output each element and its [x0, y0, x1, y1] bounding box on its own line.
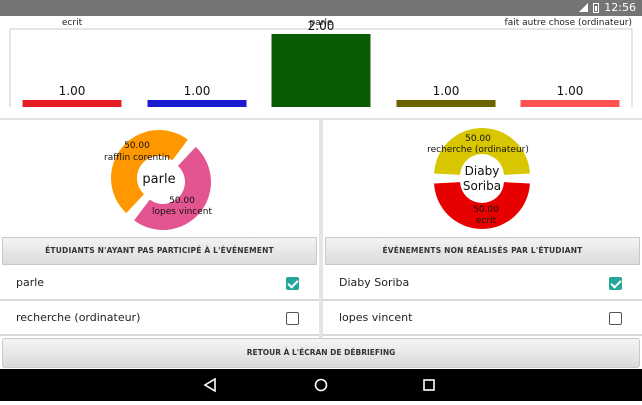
donut-slice-label: 50.00	[124, 141, 150, 151]
right-donut-panel: Diaby Soriba 50.00 recherche (ordinateur) 50…	[323, 120, 642, 237]
bar-chart-svg: ecrit parle fait autre chose (ordinateur)1…	[9, 18, 633, 107]
donut-center-label: parle	[142, 172, 175, 187]
right-student-list: Diaby Soriba lopes vincent	[323, 266, 642, 336]
donut-slice-label: ecrit	[476, 216, 497, 226]
nav-icons	[203, 377, 435, 393]
bar-value-label: 1.00	[557, 84, 584, 98]
bar	[147, 100, 247, 107]
back-icon[interactable]	[203, 377, 216, 393]
list-item[interactable]: recherche (ordinateur)	[0, 301, 319, 336]
status-icons: 12:56	[579, 1, 636, 14]
students-not-participated-button[interactable]: ÉTUDIANTS N'AYANT PAS PARTICIPÉ À L'ÉVÉN…	[2, 237, 317, 265]
list-item-label: recherche (ordinateur)	[16, 311, 141, 324]
status-time: 12:56	[604, 1, 636, 14]
bar-value-label: 1.00	[433, 84, 460, 98]
donut-center	[460, 156, 504, 200]
wifi-icon	[579, 3, 589, 12]
bar-value-label: 1.00	[184, 84, 211, 98]
right-donut-chart: DiabySoriba50.00recherche (ordinateur)50…	[427, 127, 530, 230]
donut-slice-label: rafflin corentin	[104, 153, 170, 163]
donut-center-label: Soriba	[463, 179, 501, 193]
list-item-label: Diaby Soriba	[339, 276, 410, 289]
category-label: ecrit	[62, 18, 83, 28]
donut-slice-label: 50.00	[465, 134, 491, 144]
category-label: fait autre chose (ordinateur)	[505, 18, 632, 28]
status-bar: 12:56	[0, 0, 642, 16]
bar-value-label: 1.00	[59, 84, 86, 98]
return-to-debriefing-button[interactable]: RETOUR À L'ÉCRAN DE DÉBRIEFING	[2, 338, 640, 368]
checkbox[interactable]	[286, 277, 299, 290]
donut-slice-label: recherche (ordinateur)	[427, 145, 529, 155]
checkbox[interactable]	[609, 277, 622, 290]
left-event-list: parle recherche (ordinateur)	[0, 266, 319, 336]
events-not-done-button[interactable]: ÉVÉNEMENTS NON RÉALISÉS PAR L'ÉTUDIANT	[325, 237, 640, 265]
navigation-bar	[0, 369, 642, 401]
donut-slice-label: 50.00	[473, 205, 499, 215]
list-item[interactable]: parle	[0, 266, 319, 301]
list-item-label: lopes vincent	[339, 311, 413, 324]
donut-slice-label: 50.00	[169, 196, 195, 206]
left-donut-panel: parle 50.00 rafflin corentin 50.00 lopes vin…	[0, 120, 319, 237]
list-item-label: parle	[16, 276, 45, 289]
left-donut-chart: parle50.00rafflin corentin50.00lopes vin…	[104, 130, 213, 230]
bar	[520, 100, 620, 107]
bar-chart: ecrit parle fait autre chose (ordinateur) 1…	[0, 16, 642, 118]
list-item[interactable]: lopes vincent	[323, 301, 642, 336]
battery-icon	[593, 2, 600, 13]
donut-slice-label: lopes vincent	[152, 207, 213, 217]
home-icon[interactable]	[314, 378, 328, 392]
list-item[interactable]: Diaby Soriba	[323, 266, 642, 301]
checkbox[interactable]	[286, 312, 299, 325]
bar	[22, 100, 122, 107]
donut-center-label: Diaby	[465, 164, 500, 178]
bar	[396, 100, 496, 107]
recents-icon[interactable]	[423, 379, 435, 391]
checkbox[interactable]	[609, 312, 622, 325]
bar-value-label: 2.00	[308, 19, 335, 33]
bar	[271, 34, 371, 107]
